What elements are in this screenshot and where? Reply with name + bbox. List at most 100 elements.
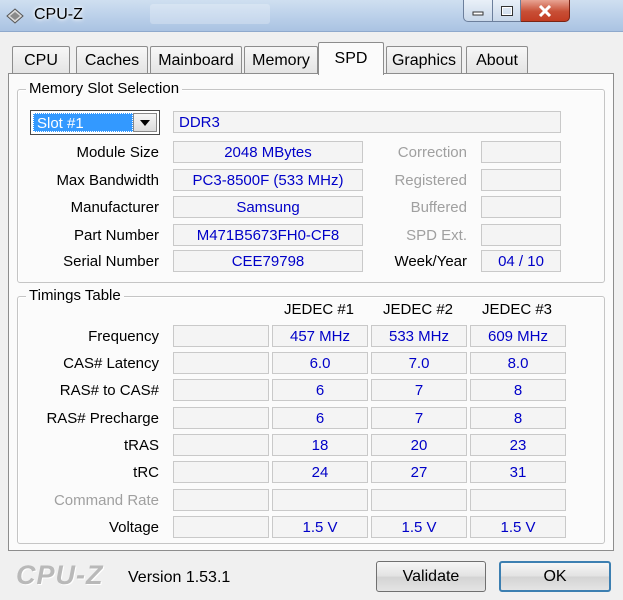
group-title: Timings Table xyxy=(26,287,124,305)
version-text: Version 1.53.1 xyxy=(128,569,231,586)
timing-cell xyxy=(173,461,269,483)
tab-mainboard[interactable]: Mainboard xyxy=(150,46,242,74)
cpuz-logo: CPU-Z xyxy=(16,560,104,590)
timing-row-label: RAS# to CAS# xyxy=(59,382,159,399)
timing-cell: 533 MHz xyxy=(371,325,467,347)
timing-cell: 1.5 V xyxy=(371,516,467,538)
timing-cell: 1.5 V xyxy=(470,516,566,538)
column-header: JEDEC #3 xyxy=(481,301,553,318)
timing-cell: 8 xyxy=(470,407,566,429)
timing-cell xyxy=(173,434,269,456)
timing-cell xyxy=(173,489,269,511)
tab-label: SPD xyxy=(334,50,368,67)
timing-row-label: Voltage xyxy=(108,519,159,536)
timing-cell xyxy=(173,516,269,538)
column-header: JEDEC #1 xyxy=(283,301,355,318)
tab-label: Memory xyxy=(252,51,310,69)
close-icon xyxy=(538,4,552,17)
timing-cell: 20 xyxy=(371,434,467,456)
timing-cell: 8 xyxy=(470,379,566,401)
module-size-label: Module Size xyxy=(76,144,159,161)
ok-button[interactable]: OK xyxy=(499,561,611,592)
tab-label: Mainboard xyxy=(158,51,234,69)
manufacturer-field: Samsung xyxy=(173,196,363,218)
memory-type-field: DDR3 xyxy=(173,111,561,133)
buffered-field xyxy=(481,196,561,218)
timing-cell xyxy=(173,407,269,429)
timing-cell: 24 xyxy=(272,461,368,483)
week-year-field: 04 / 10 xyxy=(481,250,561,272)
group-title: Memory Slot Selection xyxy=(26,80,183,98)
tab-label: Graphics xyxy=(391,51,457,69)
manufacturer-label: Manufacturer xyxy=(70,199,159,216)
tab-label: About xyxy=(476,51,518,69)
serial-number-label: Serial Number xyxy=(63,253,159,270)
timing-cell: 7 xyxy=(371,379,467,401)
timing-cell xyxy=(173,352,269,374)
timing-row-label: RAS# Precharge xyxy=(46,410,159,427)
buffered-label: Buffered xyxy=(410,199,467,216)
registered-label: Registered xyxy=(394,172,467,189)
timing-cell xyxy=(272,489,368,511)
minimize-button[interactable] xyxy=(463,0,493,22)
slot-select-value: Slot #1 xyxy=(33,113,133,132)
chevron-down-icon xyxy=(140,119,150,126)
correction-field xyxy=(481,141,561,163)
close-button[interactable] xyxy=(521,0,570,22)
timing-row-label: Frequency xyxy=(88,328,159,345)
spd-ext-label: SPD Ext. xyxy=(406,227,467,244)
maximize-icon xyxy=(500,5,513,16)
part-number-field: M471B5673FH0-CF8 xyxy=(173,224,363,246)
correction-label: Correction xyxy=(397,144,467,161)
tab-spd[interactable]: SPD xyxy=(318,42,384,75)
timing-cell: 8.0 xyxy=(470,352,566,374)
background-window-ghost xyxy=(150,4,270,24)
cpuz-app-icon xyxy=(6,8,24,24)
minimize-icon xyxy=(472,11,484,15)
tab-caches[interactable]: Caches xyxy=(76,46,148,74)
timing-row-label: tRAS xyxy=(123,437,159,454)
timing-cell xyxy=(173,325,269,347)
tab-label: Caches xyxy=(84,51,140,69)
module-size-field: 2048 MBytes xyxy=(173,141,363,163)
max-bandwidth-field: PC3-8500F (533 MHz) xyxy=(173,169,363,191)
slot-select[interactable]: Slot #1 xyxy=(30,110,160,135)
validate-button[interactable]: Validate xyxy=(376,561,486,592)
timing-cell: 6 xyxy=(272,379,368,401)
dropdown-arrow-button[interactable] xyxy=(133,113,157,132)
timing-cell: 31 xyxy=(470,461,566,483)
timing-cell: 7.0 xyxy=(371,352,467,374)
timing-cell xyxy=(371,489,467,511)
timing-cell: 7 xyxy=(371,407,467,429)
timing-cell: 609 MHz xyxy=(470,325,566,347)
timing-row-label: CAS# Latency xyxy=(63,355,159,372)
timing-cell: 18 xyxy=(272,434,368,456)
serial-number-field: CEE79798 xyxy=(173,250,363,272)
tab-cpu[interactable]: CPU xyxy=(12,46,70,74)
caption-buttons xyxy=(463,0,570,22)
timing-cell: 27 xyxy=(371,461,467,483)
timing-cell: 23 xyxy=(470,434,566,456)
timing-cell: 457 MHz xyxy=(272,325,368,347)
max-bandwidth-label: Max Bandwidth xyxy=(56,172,159,189)
tab-about[interactable]: About xyxy=(466,46,528,74)
timing-cell xyxy=(470,489,566,511)
part-number-label: Part Number xyxy=(73,227,159,244)
tab-memory[interactable]: Memory xyxy=(244,46,318,74)
timing-cell: 6.0 xyxy=(272,352,368,374)
column-header: JEDEC #2 xyxy=(382,301,454,318)
timing-cell xyxy=(173,379,269,401)
registered-field xyxy=(481,169,561,191)
timing-row-label: Command Rate xyxy=(53,492,159,509)
timing-cell: 6 xyxy=(272,407,368,429)
tab-label: CPU xyxy=(24,51,58,69)
window-title: CPU-Z xyxy=(34,6,83,23)
timing-cell: 1.5 V xyxy=(272,516,368,538)
title-bar[interactable]: CPU-Z xyxy=(0,0,623,32)
spd-ext-field xyxy=(481,224,561,246)
maximize-button[interactable] xyxy=(493,0,521,22)
cpuz-window: CPU-Z CPU Caches Mainboard Memory SPD Gr… xyxy=(0,0,623,600)
tab-graphics[interactable]: Graphics xyxy=(386,46,462,74)
timing-row-label: tRC xyxy=(133,464,159,481)
week-year-label: Week/Year xyxy=(394,253,467,270)
